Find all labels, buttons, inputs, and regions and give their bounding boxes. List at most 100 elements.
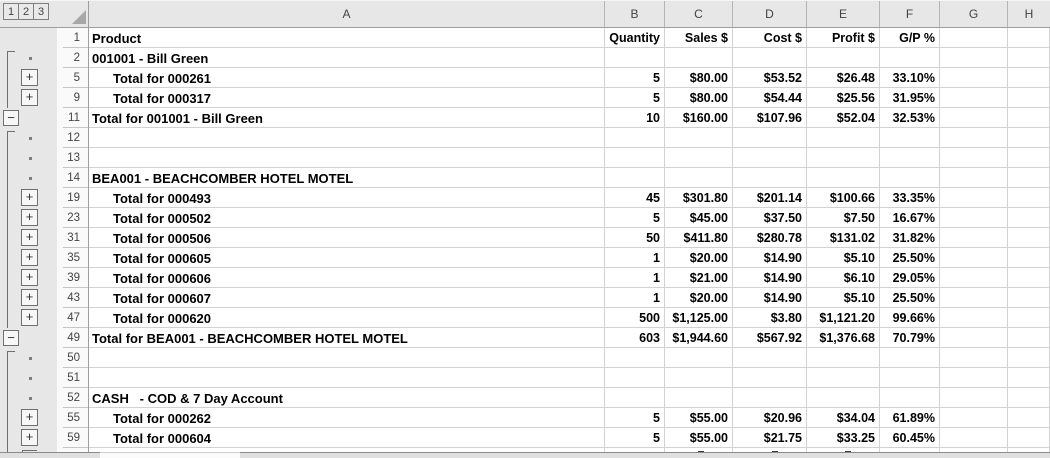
cell-sales[interactable]	[665, 48, 733, 68]
cell-profit[interactable]	[807, 348, 880, 368]
cell-cost-header[interactable]: Cost $	[733, 28, 807, 48]
cell-cost[interactable]: $20.96	[733, 408, 807, 428]
cell-product[interactable]: Total for BEA001 - BEACHCOMBER HOTEL MOT…	[89, 328, 605, 348]
expand-group-button[interactable]: +	[21, 69, 38, 86]
cell-gp[interactable]: 33.35%	[880, 188, 940, 208]
cell-sales[interactable]: $55.00	[665, 428, 733, 448]
cell-gp[interactable]: 61.89%	[880, 408, 940, 428]
cell-h[interactable]	[1008, 208, 1050, 228]
cell-product[interactable]: Total for 000604	[89, 428, 605, 448]
cell-g[interactable]	[940, 428, 1008, 448]
cell-profit[interactable]: $5.10	[807, 288, 880, 308]
cell-profit[interactable]: $34.04	[807, 408, 880, 428]
cell-quantity[interactable]	[605, 148, 665, 168]
cell-product[interactable]	[89, 368, 605, 388]
cell-sales[interactable]: $55.00	[665, 408, 733, 428]
cell-profit[interactable]: $25.56	[807, 88, 880, 108]
select-all-corner[interactable]	[57, 1, 89, 27]
cell-g[interactable]	[940, 188, 1008, 208]
cell-product[interactable]: Total for 000502	[89, 208, 605, 228]
column-header-b[interactable]: B	[605, 1, 665, 27]
cell-sales[interactable]: $21.00	[665, 268, 733, 288]
cell-g[interactable]	[940, 288, 1008, 308]
cell-product[interactable]: Total for 000620	[89, 308, 605, 328]
cell-sales[interactable]: $45.00	[665, 208, 733, 228]
collapse-group-button[interactable]: −	[3, 110, 19, 126]
cell-h[interactable]	[1008, 148, 1050, 168]
cell-sales[interactable]: $80.00	[665, 68, 733, 88]
cell-sales[interactable]: $20.00	[665, 288, 733, 308]
cell-cost[interactable]	[733, 348, 807, 368]
cell-product[interactable]: Total for 000261	[89, 68, 605, 88]
cell-gp[interactable]: 99.66%	[880, 308, 940, 328]
cell-h[interactable]	[1008, 28, 1050, 48]
cell-quantity[interactable]: 1	[605, 288, 665, 308]
cell-profit[interactable]	[807, 368, 880, 388]
cell-cost[interactable]: $567.92	[733, 328, 807, 348]
cell-gp[interactable]: 31.95%	[880, 88, 940, 108]
row-number[interactable]: 50	[57, 348, 89, 368]
cell-h[interactable]	[1008, 388, 1050, 408]
cell-sales[interactable]	[665, 128, 733, 148]
cell-gp[interactable]	[880, 368, 940, 388]
cell-g[interactable]	[940, 228, 1008, 248]
cell-g[interactable]	[940, 328, 1008, 348]
cell-h[interactable]	[1008, 288, 1050, 308]
cell-sales[interactable]	[665, 168, 733, 188]
column-header-h[interactable]: H	[1008, 1, 1050, 27]
cell-g[interactable]	[940, 348, 1008, 368]
cell-gp[interactable]	[880, 168, 940, 188]
cell-cost[interactable]: $280.78	[733, 228, 807, 248]
row-number[interactable]: 12	[57, 128, 89, 148]
cell-profit[interactable]: $7.50	[807, 208, 880, 228]
cell-quantity[interactable]: 45	[605, 188, 665, 208]
row-number[interactable]: 9	[57, 88, 89, 108]
outline-level-1-button[interactable]: 1	[3, 3, 19, 20]
outline-level-3-button[interactable]: 3	[33, 3, 49, 20]
row-number[interactable]: 43	[57, 288, 89, 308]
cell-g[interactable]	[940, 408, 1008, 428]
row-number[interactable]: 51	[57, 368, 89, 388]
cell-gp[interactable]	[880, 148, 940, 168]
row-number[interactable]: 14	[57, 168, 89, 188]
cell-h[interactable]	[1008, 248, 1050, 268]
cell-cost[interactable]: $53.52	[733, 68, 807, 88]
cell-gp[interactable]: 25.50%	[880, 288, 940, 308]
cell-gp[interactable]: 25.50%	[880, 248, 940, 268]
cell-g[interactable]	[940, 368, 1008, 388]
column-header-f[interactable]: F	[880, 1, 940, 27]
cell-gp-header[interactable]: G/P %	[880, 28, 940, 48]
cell-profit[interactable]: $1,376.68	[807, 328, 880, 348]
cell-cost[interactable]: $37.50	[733, 208, 807, 228]
cell-gp[interactable]: 31.82%	[880, 228, 940, 248]
cell-g[interactable]	[940, 308, 1008, 328]
cell-cost[interactable]: $107.96	[733, 108, 807, 128]
cell-product[interactable]: Total for 000493	[89, 188, 605, 208]
cell-gp[interactable]: 29.05%	[880, 268, 940, 288]
cell-h[interactable]	[1008, 68, 1050, 88]
cell-cost[interactable]: $14.90	[733, 268, 807, 288]
cell-product[interactable]: Total for 000607	[89, 288, 605, 308]
cell-h[interactable]	[1008, 368, 1050, 388]
cell-profit[interactable]: $100.66	[807, 188, 880, 208]
cell-product[interactable]: 001001 - Bill Green	[89, 48, 605, 68]
expand-group-button[interactable]: +	[21, 89, 38, 106]
cell-g[interactable]	[940, 148, 1008, 168]
cell-cost[interactable]: $54.44	[733, 88, 807, 108]
cell-quantity[interactable]	[605, 168, 665, 188]
cell-cost[interactable]	[733, 128, 807, 148]
cell-profit[interactable]	[807, 128, 880, 148]
cell-cost[interactable]	[733, 148, 807, 168]
cell-g[interactable]	[940, 248, 1008, 268]
cell-profit[interactable]: $33.25	[807, 428, 880, 448]
expand-group-button[interactable]: +	[21, 289, 38, 306]
cell-product[interactable]: Total for 000262	[89, 408, 605, 428]
cell-product[interactable]: CASH - COD & 7 Day Account	[89, 388, 605, 408]
cell-product[interactable]: BEA001 - BEACHCOMBER HOTEL MOTEL	[89, 168, 605, 188]
cell-sales[interactable]	[665, 388, 733, 408]
cell-gp[interactable]: 60.45%	[880, 428, 940, 448]
cell-h[interactable]	[1008, 408, 1050, 428]
cell-gp[interactable]	[880, 48, 940, 68]
expand-group-button[interactable]: +	[21, 189, 38, 206]
cell-sales[interactable]: $80.00	[665, 88, 733, 108]
